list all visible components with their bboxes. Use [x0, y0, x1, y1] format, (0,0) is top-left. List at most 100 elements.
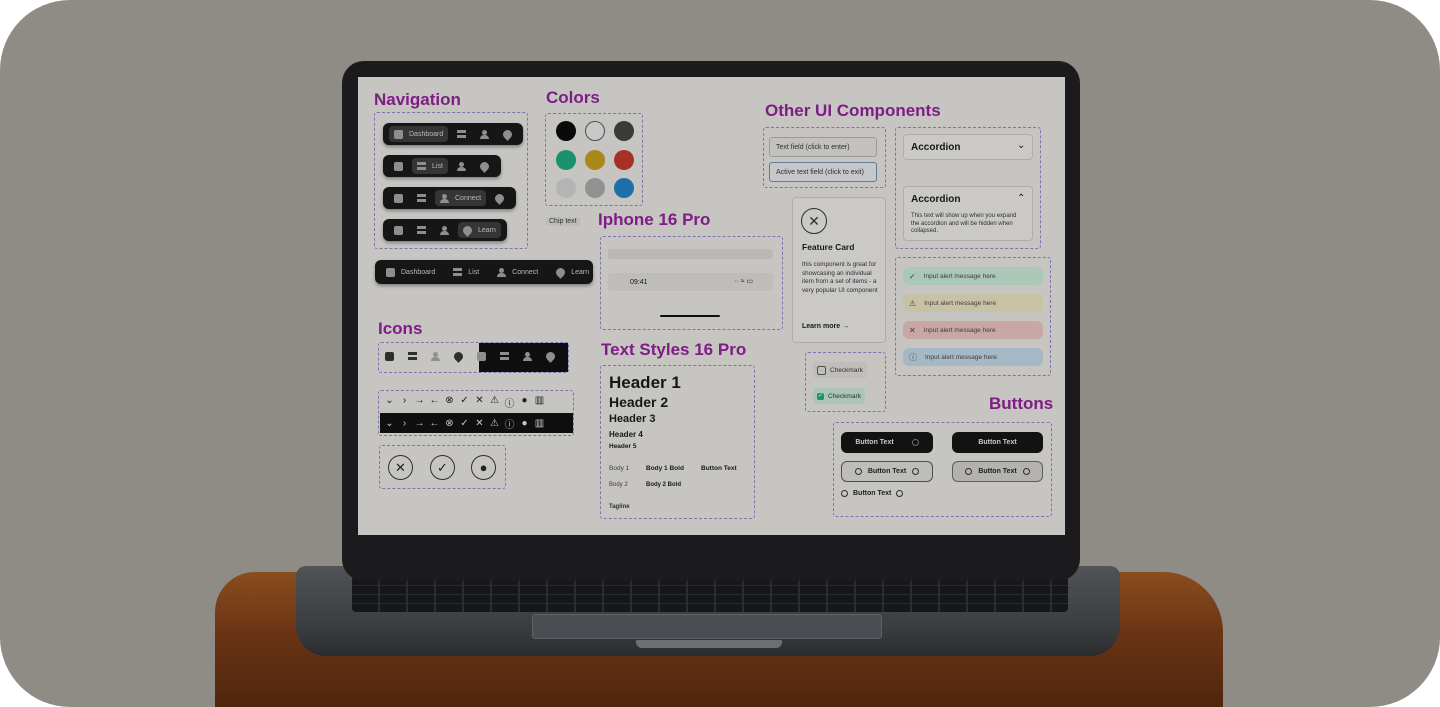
accordion-closed[interactable]: Accordion ⌄: [903, 134, 1033, 160]
nav-tab-learn[interactable]: Learn: [458, 222, 501, 238]
nav-tab-connect[interactable]: Connect: [492, 264, 543, 280]
color-swatch: [614, 121, 634, 141]
square-icon: [394, 225, 403, 235]
nav-tab-connect[interactable]: [435, 222, 454, 238]
iphone-time: 09:41: [630, 279, 648, 286]
nav-tab-connect[interactable]: Connect: [435, 190, 487, 206]
signal-icon: ·· ≈ ▭: [734, 278, 754, 285]
x-circle-icon: [854, 468, 862, 475]
nav-bar-connect: Connect: [383, 187, 516, 209]
circle-x-icon: ⊗: [445, 395, 454, 406]
x-circle-icon: [912, 468, 920, 475]
square-icon: [386, 267, 395, 277]
nav-tab-connect[interactable]: [475, 126, 494, 142]
arrow-left-icon: ←: [429, 395, 440, 406]
other-ui-title: Other UI Components: [765, 101, 941, 120]
feature-card[interactable]: ✕ Feature Card this component is great f…: [792, 197, 886, 343]
color-swatch: [585, 121, 605, 141]
book-icon: ▥: [534, 417, 545, 429]
primary-button-icon[interactable]: Button Text: [841, 432, 933, 453]
warning-icon: ⚠: [490, 395, 499, 406]
navigation-title: Navigation: [374, 90, 461, 109]
nav-tab-dashboard[interactable]: [389, 190, 408, 206]
person-icon: [456, 161, 466, 171]
alert-message: ⚠ Input alert message here: [903, 294, 1043, 312]
color-swatch: [585, 178, 605, 198]
nav-tab-list[interactable]: [452, 126, 471, 142]
pin-icon: [452, 350, 465, 363]
alert-message: ✕ Input alert message here: [903, 321, 1043, 339]
pin-icon: [544, 350, 557, 363]
square-icon: [385, 352, 394, 361]
text-button[interactable]: Button Text: [841, 483, 915, 504]
color-swatch: [614, 150, 634, 170]
chevron-right-icon: ›: [402, 395, 407, 406]
arrow-right-icon: →: [414, 417, 425, 429]
square-icon: [394, 161, 403, 171]
laptop-lip: [636, 640, 782, 648]
color-swatch: [556, 178, 576, 198]
arrow-left-icon: ←: [429, 417, 440, 429]
home-indicator: [660, 315, 720, 317]
header-2: Header 2: [609, 394, 669, 410]
pin-icon: [501, 127, 515, 141]
nav-bar-list: List: [383, 155, 501, 177]
background: Navigation Colors Other UI Components Ip…: [0, 0, 1440, 707]
button-text-style: Button Text: [701, 465, 737, 472]
nav-tab-list[interactable]: [412, 190, 431, 206]
person-icon: [523, 352, 532, 361]
text-field[interactable]: Text field (click to enter): [769, 137, 877, 157]
active-text-field[interactable]: Active text field (click to exit): [769, 162, 877, 182]
chevron-up-icon: ⌃: [1017, 193, 1026, 204]
nav-tab-learn[interactable]: [475, 158, 494, 174]
nav-tab-dashboard[interactable]: Dashboard: [389, 126, 449, 142]
secondary-button-icons[interactable]: Button Text: [841, 461, 933, 482]
list-icon: [408, 352, 417, 361]
nav-tab-connect[interactable]: [452, 158, 471, 174]
pin-icon: [554, 265, 568, 279]
avatar-icon: ●: [521, 395, 528, 406]
person-icon: [431, 352, 440, 361]
checkbox-checked-icon: ✓: [817, 392, 824, 400]
secondary-button-selected[interactable]: Button Text: [952, 461, 1043, 482]
nav-bar-dashboard: Dashboard: [383, 123, 523, 145]
checkbox-checked[interactable]: ✓ Checkmark: [813, 388, 865, 404]
nav-tab-list[interactable]: [412, 222, 431, 238]
arrow-right-icon: →: [842, 323, 850, 330]
header-4: Header 4: [609, 430, 643, 439]
nav-tab-dashboard[interactable]: [389, 222, 408, 238]
checkbox-unchecked[interactable]: Checkmark: [813, 362, 867, 378]
square-icon: [394, 129, 403, 139]
nav-tab-dashboard[interactable]: [389, 158, 408, 174]
nav-tab-learn[interactable]: [490, 190, 509, 206]
book-icon: ▥: [534, 395, 545, 406]
check-circle-icon: ✓: [430, 455, 455, 480]
colors-title: Colors: [546, 88, 600, 107]
list-icon: [500, 352, 509, 361]
color-swatch: [585, 150, 605, 170]
circle-icon: [911, 439, 919, 446]
iphone-title: Iphone 16 Pro: [598, 210, 711, 229]
body-1: Body 1: [609, 465, 630, 472]
feature-card-body: this component is great for showcasing a…: [802, 261, 878, 294]
list-icon: [417, 225, 426, 235]
chevron-right-icon: ›: [402, 417, 407, 429]
accordion-body: This text will show up when you expand t…: [911, 213, 1017, 234]
accordion-open[interactable]: Accordion ⌃ This text will show up when …: [903, 186, 1033, 241]
nav-tab-list[interactable]: List: [448, 264, 484, 280]
accordion-title: Accordion: [911, 142, 961, 153]
nav-tab-list[interactable]: List: [412, 158, 448, 174]
screen: Navigation Colors Other UI Components Ip…: [358, 77, 1065, 535]
nav-tab-learn[interactable]: [498, 126, 517, 142]
user-circle-icon: ●: [471, 455, 496, 480]
x-icon: ✕: [909, 325, 916, 335]
color-swatch: [556, 150, 576, 170]
chip[interactable]: Chip text: [545, 217, 581, 226]
glyph-row-dark: ⌄ › → ← ⊗ ✓ ✕ ⚠ ⓘ ● ▥: [380, 413, 573, 433]
text-styles-title: Text Styles 16 Pro: [601, 340, 747, 359]
nav-tab-dashboard[interactable]: Dashboard: [381, 264, 440, 280]
primary-button[interactable]: Button Text: [952, 432, 1043, 453]
learn-more-link[interactable]: Learn more →: [802, 323, 849, 330]
nav-tab-learn[interactable]: Learn: [551, 264, 594, 280]
icons-title: Icons: [378, 319, 423, 338]
